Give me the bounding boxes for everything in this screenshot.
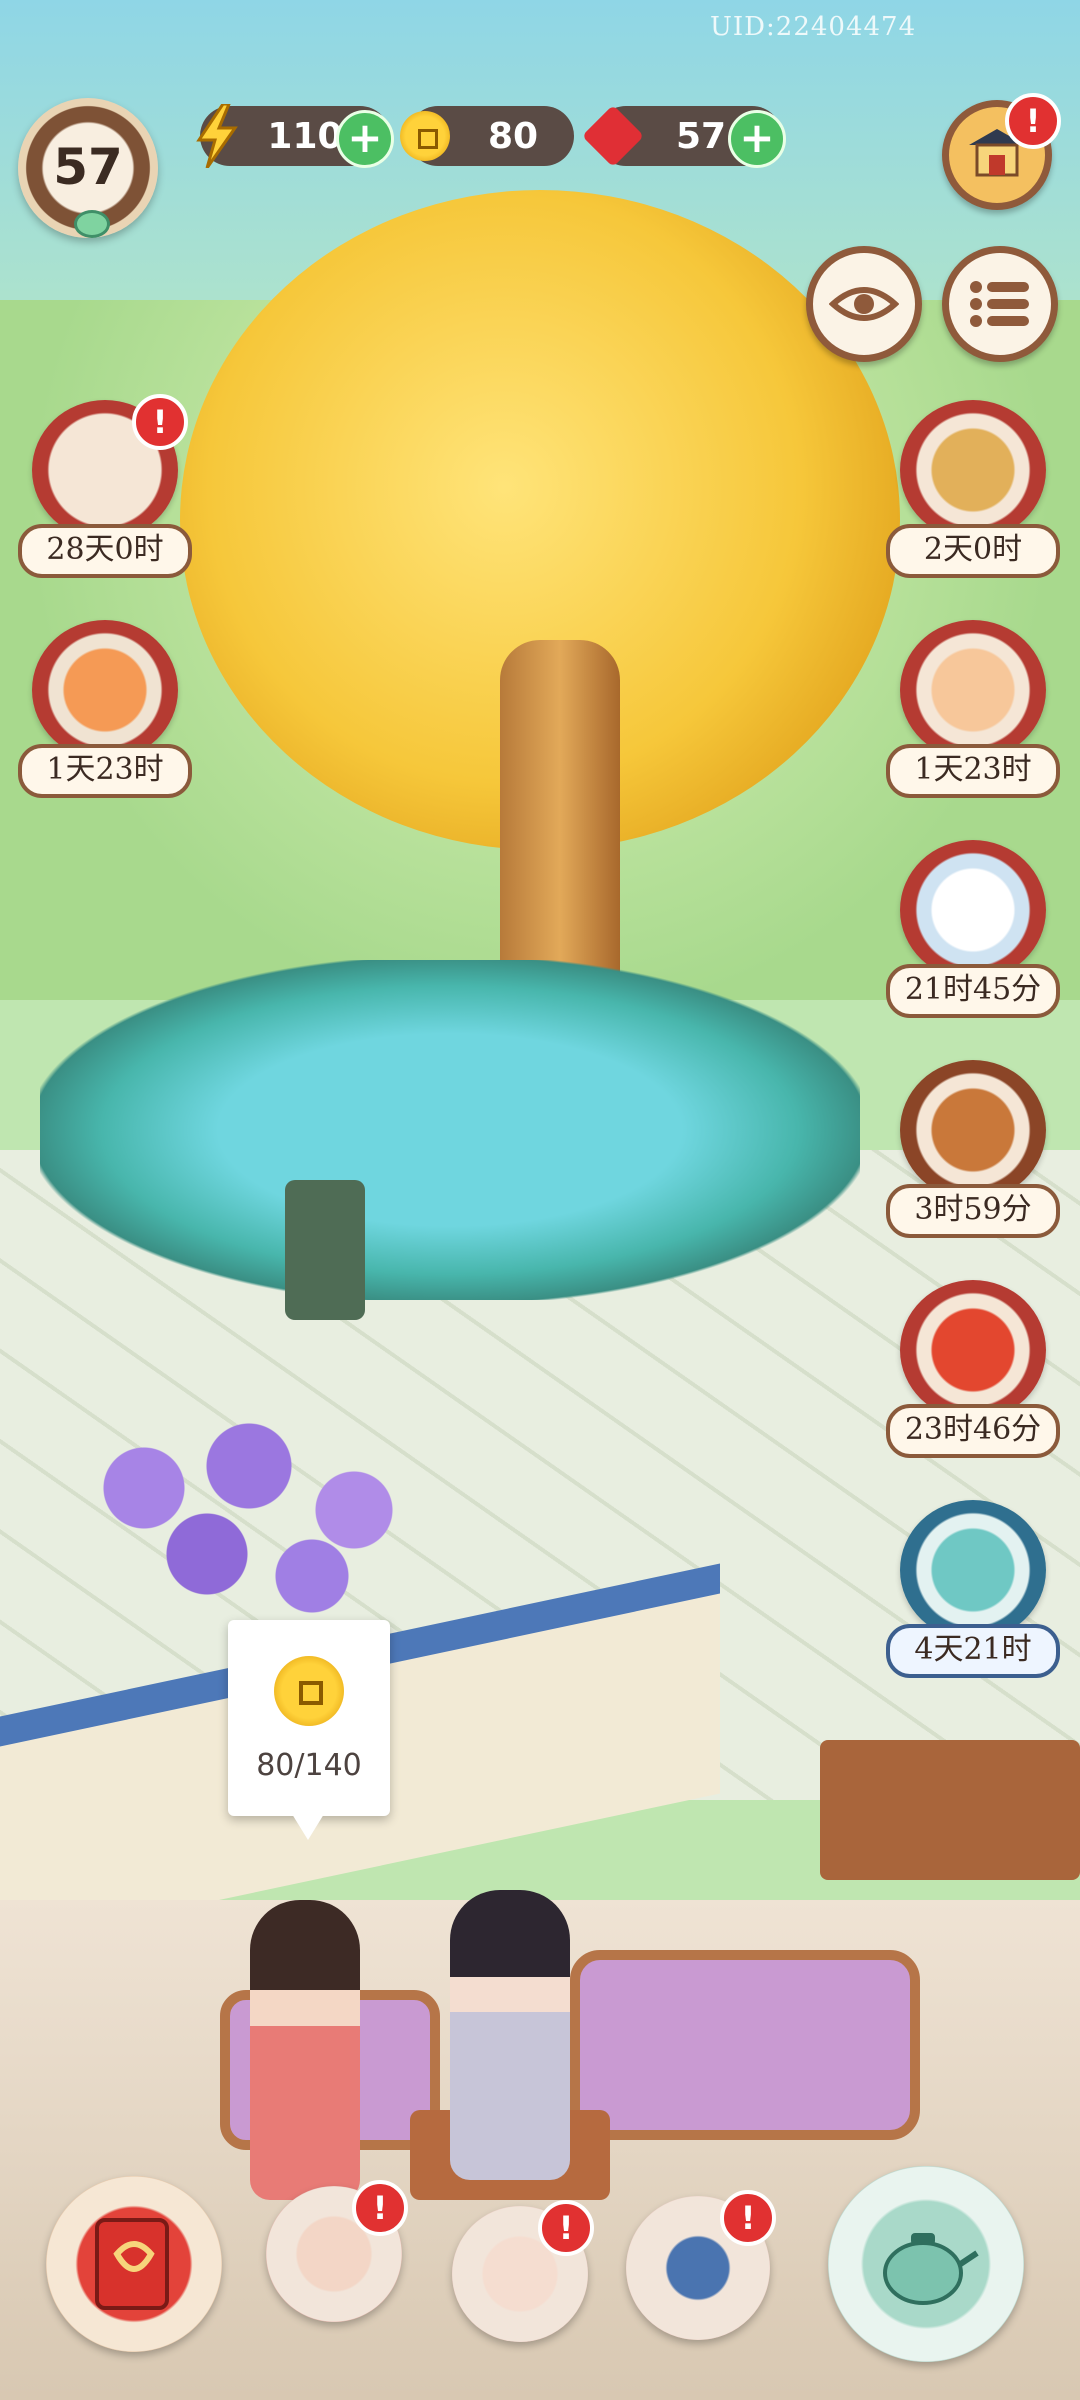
portrait-alert-badge: ! (538, 2200, 594, 2256)
character-portrait-1-button[interactable]: ! (266, 2180, 408, 2322)
menu-list-button[interactable] (942, 246, 1058, 362)
teal-gift-box-icon (900, 1500, 1046, 1640)
add-gems-button[interactable]: + (728, 110, 786, 168)
treasure-chest-icon (900, 1060, 1046, 1200)
character-girl-red-dress[interactable] (250, 1900, 360, 2200)
teapot-button[interactable] (828, 2166, 1024, 2362)
event-timer: 1天23时 (18, 744, 192, 798)
character-portrait-2-button[interactable]: ! (452, 2200, 594, 2342)
player-level: 57 (53, 138, 123, 196)
teapot-icon (828, 2166, 1024, 2362)
purple-sofa (570, 1950, 920, 2140)
event-book-button[interactable]: ! 28天0时 (18, 394, 192, 580)
event-timer: 23时46分 (886, 1404, 1060, 1458)
coin-value: 80 (487, 115, 539, 157)
event-timer: 4天21时 (886, 1624, 1060, 1678)
energy-counter: 110 + (196, 104, 394, 168)
event-mystery-gift-button[interactable]: 2天0时 (886, 400, 1060, 580)
user-id: UID:22404474 (710, 12, 917, 42)
red-gift-box-icon (900, 1280, 1046, 1420)
event-chest-button[interactable]: 3时59分 (886, 1060, 1060, 1240)
event-timer: 28天0时 (18, 524, 192, 578)
mystery-box-icon (900, 400, 1046, 540)
coin-icon (394, 100, 456, 172)
book-icon (46, 2176, 222, 2352)
storybook-button[interactable] (46, 2176, 222, 2352)
coin-icon (274, 1656, 344, 1726)
building-button[interactable]: ! (626, 2190, 776, 2340)
building-alert-badge: ! (720, 2190, 776, 2246)
purple-flower-bush (60, 1400, 480, 1620)
event-timer: 21时45分 (886, 964, 1060, 1018)
portrait-alert-badge: ! (352, 2180, 408, 2236)
pond (40, 960, 860, 1300)
event-cat-button[interactable]: 1天23时 (886, 620, 1060, 800)
wooden-shelf (820, 1740, 1080, 1880)
list-icon (970, 281, 1029, 327)
eye-icon (829, 287, 899, 321)
add-energy-button[interactable]: + (336, 110, 394, 168)
jade-icon (74, 210, 110, 238)
view-mode-button[interactable] (806, 246, 922, 362)
event-timer: 3时59分 (886, 1184, 1060, 1238)
character-girl-lavender-robe[interactable] (450, 1890, 570, 2180)
event-alert-badge: ! (132, 394, 188, 450)
gem-counter: 57 + (581, 104, 786, 168)
fox-event-icon (32, 620, 178, 760)
gem-icon (581, 100, 645, 172)
golden-tree-trunk (500, 640, 620, 1010)
event-teal-gift-button[interactable]: 4天21时 (886, 1500, 1060, 1680)
coin-progress: 80/140 (256, 1748, 362, 1783)
stone-lantern (285, 1180, 365, 1320)
shop-alert-badge: ! (1005, 93, 1061, 149)
coin-collect-tooltip[interactable]: 80/140 (228, 1620, 390, 1840)
event-red-gift-button[interactable]: 23时46分 (886, 1280, 1060, 1460)
event-timer: 2天0时 (886, 524, 1060, 578)
lightning-icon (186, 100, 248, 172)
event-timer: 1天23时 (886, 744, 1060, 798)
player-level-badge[interactable]: 57 (18, 98, 158, 238)
cat-event-icon (900, 620, 1046, 760)
event-fox-button[interactable]: 1天23时 (18, 620, 192, 800)
white-cat-event-icon (900, 840, 1046, 980)
pavilion-shop-button[interactable]: ! (942, 93, 1061, 210)
event-white-cat-button[interactable]: 21时45分 (886, 840, 1060, 1020)
coin-counter: 80 (400, 106, 574, 166)
